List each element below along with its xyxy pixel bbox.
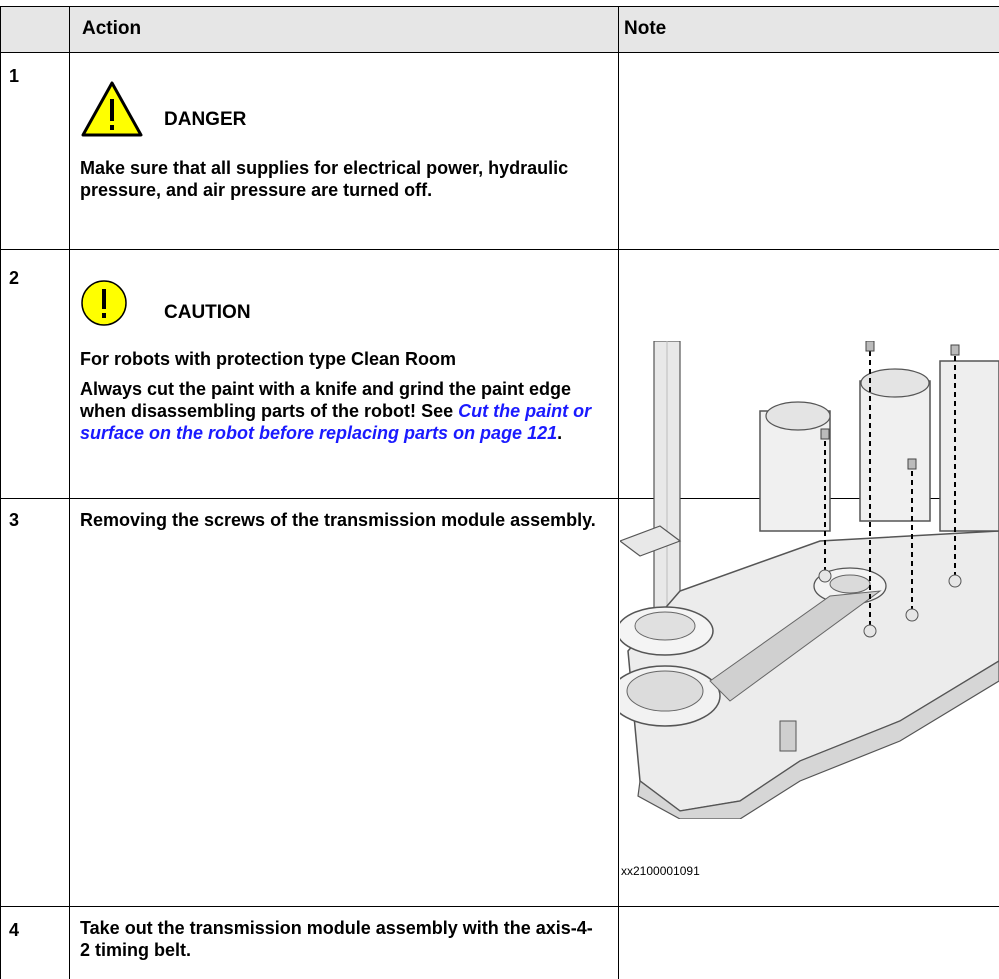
header-note: Note <box>624 18 667 39</box>
transmission-module-illustration <box>620 341 999 819</box>
caution-label: CAUTION <box>164 302 251 323</box>
danger-triangle-icon <box>81 81 143 137</box>
header-cell-action <box>70 6 618 52</box>
step-text: Take out the transmission module assembl… <box>80 918 593 960</box>
table-border-left <box>0 6 1 979</box>
header-action: Action <box>82 18 142 39</box>
step-number: 3 <box>9 510 20 530</box>
see-suffix: . <box>557 423 563 443</box>
header-cell-step <box>0 6 69 52</box>
caution-circle-icon <box>81 280 127 326</box>
table-border-top <box>0 6 999 7</box>
header-cell-note <box>619 6 999 52</box>
step-number: 1 <box>9 66 20 86</box>
danger-label: DANGER <box>164 109 247 130</box>
step-text: Always cut the paint with a knife and gr… <box>80 378 605 444</box>
header-divider <box>0 52 999 53</box>
step-heading: For robots with protection type Clean Ro… <box>80 349 457 369</box>
row-divider <box>0 249 999 250</box>
column-divider <box>69 6 70 979</box>
step-number: 4 <box>9 920 20 940</box>
step-number: 2 <box>9 268 20 288</box>
step-text: Make sure that all supplies for electric… <box>80 158 569 200</box>
row-divider <box>0 906 999 907</box>
column-divider <box>618 6 619 979</box>
see-prefix: See <box>421 401 459 421</box>
step-text: Removing the screws of the transmission … <box>80 510 596 530</box>
figure-caption: xx2100001091 <box>621 864 700 878</box>
